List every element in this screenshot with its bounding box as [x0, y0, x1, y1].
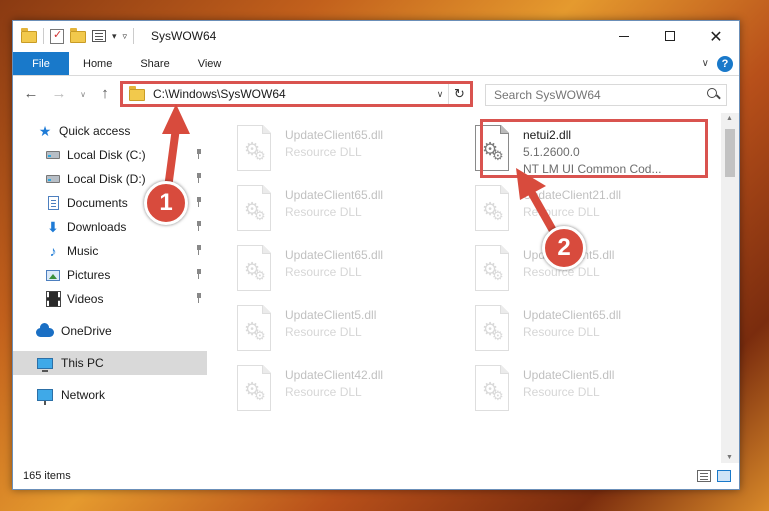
callout-arrow-1 [162, 104, 190, 192]
callout-badge-2: 2 [542, 226, 586, 270]
callout-badge-1: 1 [144, 181, 188, 225]
annotation-arrows [162, 104, 560, 240]
callout-arrow-2 [516, 168, 560, 240]
